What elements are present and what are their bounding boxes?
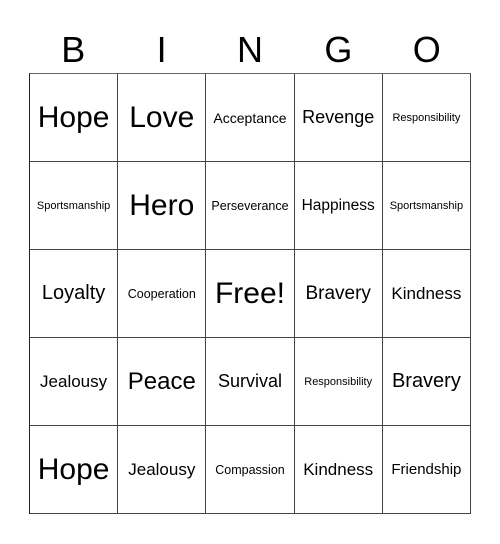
bingo-header: B I N G O [29, 28, 471, 72]
bingo-cell[interactable]: Perseverance [206, 162, 295, 250]
cell-text: Acceptance [213, 109, 287, 126]
cell-text: Love [129, 100, 195, 134]
bingo-cell[interactable]: Hope [30, 74, 119, 162]
bingo-cell[interactable]: Kindness [382, 250, 471, 338]
bingo-cell[interactable]: Love [118, 74, 207, 162]
cell-text: Responsibility [392, 111, 461, 124]
cell-text: Responsibility [304, 375, 373, 388]
cell-text: Happiness [301, 196, 375, 214]
bingo-cell[interactable]: Jealousy [118, 426, 207, 514]
bingo-cell[interactable]: Happiness [294, 162, 383, 250]
free-space-cell[interactable]: Free! [206, 250, 295, 338]
cell-text: Loyalty [41, 282, 106, 304]
bingo-cell[interactable]: Sportsmanship [30, 162, 119, 250]
cell-text: Peace [127, 367, 196, 395]
header-letter-b: B [61, 29, 86, 70]
free-space-text: Free! [214, 276, 285, 310]
cell-text: Kindness [391, 283, 462, 303]
bingo-cell[interactable]: Sportsmanship [382, 162, 471, 250]
cell-text: Sportsmanship [36, 199, 111, 212]
bingo-cell[interactable]: Loyalty [30, 250, 119, 338]
cell-text: Cooperation [127, 286, 196, 301]
cell-text: Compassion [215, 462, 285, 477]
bingo-cell[interactable]: Peace [118, 338, 207, 426]
bingo-cell[interactable]: Friendship [382, 426, 471, 514]
bingo-cell[interactable]: Acceptance [206, 74, 295, 162]
cell-text: Bravery [391, 370, 461, 392]
bingo-cell[interactable]: Cooperation [118, 250, 207, 338]
cell-text: Sportsmanship [389, 199, 464, 212]
bingo-cell[interactable]: Responsibility [294, 338, 383, 426]
cell-text: Jealousy [40, 371, 108, 391]
bingo-cell[interactable]: Bravery [382, 338, 471, 426]
cell-text: Hope [37, 100, 110, 134]
header-letter-g: G [324, 29, 353, 70]
bingo-cell[interactable]: Kindness [294, 426, 383, 514]
header-letter-o: O [412, 29, 441, 70]
cell-text: Perseverance [211, 198, 289, 213]
bingo-cell[interactable]: Compassion [206, 426, 295, 514]
header-letter-i: I [156, 29, 167, 70]
cell-text: Revenge [302, 107, 375, 127]
bingo-cell[interactable]: Hope [30, 426, 119, 514]
bingo-cell[interactable]: Bravery [294, 250, 383, 338]
bingo-cell[interactable]: Responsibility [382, 74, 471, 162]
cell-text: Bravery [305, 282, 371, 304]
bingo-cell[interactable]: Revenge [294, 74, 383, 162]
bingo-cell[interactable]: Survival [206, 338, 295, 426]
bingo-grid: Hope Love Acceptance Revenge Responsibil… [29, 73, 471, 514]
bingo-cell[interactable]: Hero [118, 162, 207, 250]
header-letter-n: N [236, 29, 263, 70]
bingo-cell[interactable]: Jealousy [30, 338, 119, 426]
cell-text: Friendship [391, 461, 462, 478]
cell-text: Jealousy [128, 459, 196, 479]
cell-text: Hero [129, 188, 195, 222]
cell-text: Survival [217, 371, 282, 391]
cell-text: Hope [37, 452, 110, 486]
cell-text: Kindness [303, 459, 374, 479]
